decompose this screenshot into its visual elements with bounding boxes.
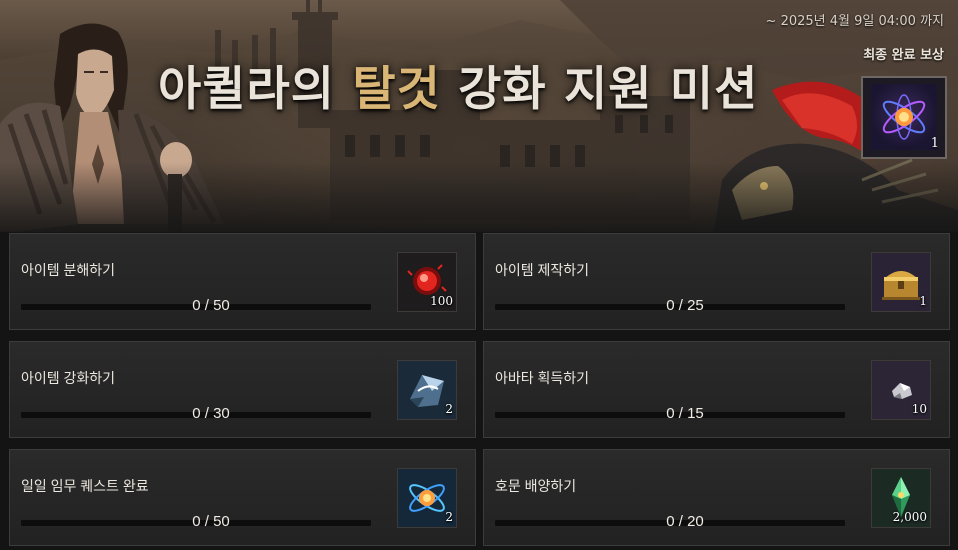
title-accent: 탈것	[352, 62, 441, 117]
mission-card[interactable]: 호문 배양하기 0 / 20 2,000	[483, 449, 950, 546]
mission-name: 아이템 강화하기	[21, 370, 116, 386]
mission-name: 일일 임무 퀘스트 완료	[21, 478, 149, 494]
mission-card[interactable]: 아이템 분해하기 0 / 50 100	[9, 233, 476, 330]
mission-card[interactable]: 아이템 제작하기 0 / 25 1	[483, 233, 950, 330]
reward-slot[interactable]: 2,000	[871, 468, 931, 528]
title-part1: 아퀼라의	[158, 62, 353, 117]
reward-count: 2	[445, 402, 453, 416]
final-reward-count: 1	[930, 136, 939, 151]
final-reward-slot[interactable]: 1	[861, 76, 947, 159]
reward-count: 2,000	[892, 510, 927, 524]
reward-count: 1	[919, 294, 927, 308]
mission-progress: 0 / 25	[666, 297, 704, 314]
mission-name: 아이템 분해하기	[21, 262, 116, 278]
purple-orb-icon	[871, 84, 937, 150]
final-reward-label: 최종 완료 보상	[863, 48, 944, 63]
mission-progress: 0 / 50	[192, 297, 230, 314]
reward-slot[interactable]: 2	[397, 468, 457, 528]
mission-progress: 0 / 30	[192, 405, 230, 422]
reward-count: 10	[911, 402, 927, 416]
mission-name: 호문 배양하기	[495, 478, 577, 494]
reward-count: 100	[430, 294, 453, 308]
banner-fade	[0, 162, 958, 232]
reward-slot[interactable]: 10	[871, 360, 931, 420]
reward-slot[interactable]: 2	[397, 360, 457, 420]
reward-count: 2	[445, 510, 453, 524]
mission-progress: 0 / 15	[666, 405, 704, 422]
mission-name: 아이템 제작하기	[495, 262, 590, 278]
mission-card[interactable]: 아이템 강화하기 0 / 30 2	[9, 341, 476, 438]
event-title: 아퀼라의 탈것 강화 지원 미션	[158, 50, 808, 119]
mission-name: 아바타 획득하기	[495, 370, 590, 386]
mission-card[interactable]: 아바타 획득하기 0 / 15 10	[483, 341, 950, 438]
event-deadline: ~ 2025년 4월 9일 04:00 까지	[765, 14, 944, 29]
title-part2: 강화 지원 미션	[440, 62, 759, 117]
event-banner: 아퀼라의 탈것 강화 지원 미션 ~ 2025년 4월 9일 04:00 까지 …	[0, 0, 958, 232]
reward-slot[interactable]: 100	[397, 252, 457, 312]
mission-progress: 0 / 50	[192, 513, 230, 530]
reward-slot[interactable]: 1	[871, 252, 931, 312]
mission-card[interactable]: 일일 임무 퀘스트 완료 0 / 50 2	[9, 449, 476, 546]
mission-progress: 0 / 20	[666, 513, 704, 530]
mission-grid: 아이템 분해하기 0 / 50 100 아이템 제작하기 0 / 25 1 아이…	[0, 232, 958, 550]
